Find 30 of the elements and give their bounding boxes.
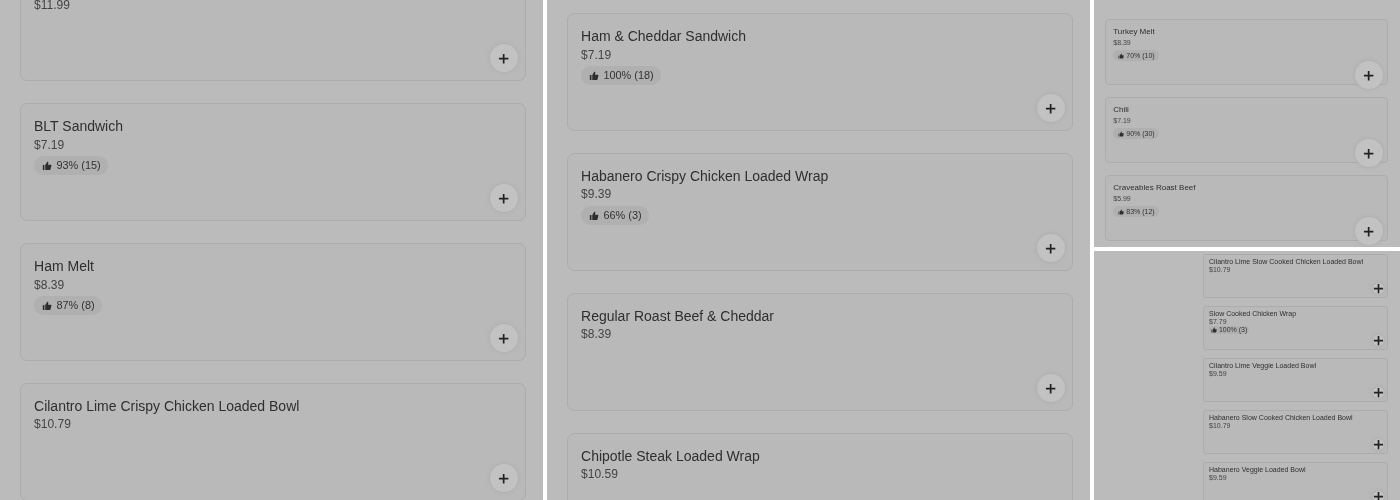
item-price: $8.39: [34, 276, 65, 294]
menu-item-card[interactable]: Cilantro Lime Crispy Chicken Loaded Bowl $10.79: [20, 383, 527, 500]
item-price: $7.19: [581, 46, 612, 64]
menu-item-card[interactable]: Ham Melt $8.39 87% (8): [20, 243, 527, 362]
item-name: Ham & Cheddar Sandwich: [581, 27, 746, 46]
item-price: $8.39: [581, 326, 612, 344]
rating-text: 100% (18): [603, 68, 654, 83]
item-name: Ham Melt: [34, 257, 94, 276]
menu-item-card[interactable]: Chipotle Steak Loaded Wrap $10.59: [567, 432, 1074, 500]
item-name: Craveables Roast Beef: [1113, 183, 1196, 194]
item-name: Turkey Melt: [1113, 27, 1155, 38]
item-price: $7.19: [34, 136, 65, 154]
rating-text: 87% (8): [56, 298, 95, 313]
menu-item-card[interactable]: Ham & Cheddar Sandwich $7.19 100% (18): [567, 13, 1074, 132]
item-name: Habanero Crispy Chicken Loaded Wrap: [581, 167, 829, 186]
item-name: Cilantro Lime Crispy Chicken Loaded Bowl: [34, 397, 300, 416]
item-price: $11.99: [34, 0, 70, 14]
item-name: Chipotle Steak Loaded Wrap: [581, 447, 760, 466]
rating-text: 93% (15): [56, 158, 101, 173]
item-price: $10.59: [581, 466, 618, 484]
item-name: Chili: [1113, 105, 1129, 116]
menu-item-card[interactable]: Habanero Crispy Chicken Loaded Wrap $9.39 66% (3): [567, 153, 1074, 271]
item-price: $9.39: [581, 186, 612, 204]
item-name: Regular Roast Beef & Cheddar: [581, 307, 775, 326]
item-price: $10.79: [34, 416, 71, 434]
menu-item-card[interactable]: $11.99: [20, 0, 527, 82]
menu-item-card[interactable]: Regular Roast Beef & Cheddar $8.39: [567, 293, 1074, 411]
item-name: BLT Sandwich: [34, 117, 123, 136]
rating-text: 66% (3): [603, 208, 642, 223]
menu-item-card[interactable]: BLT Sandwich $7.19 93% (15): [20, 103, 527, 222]
